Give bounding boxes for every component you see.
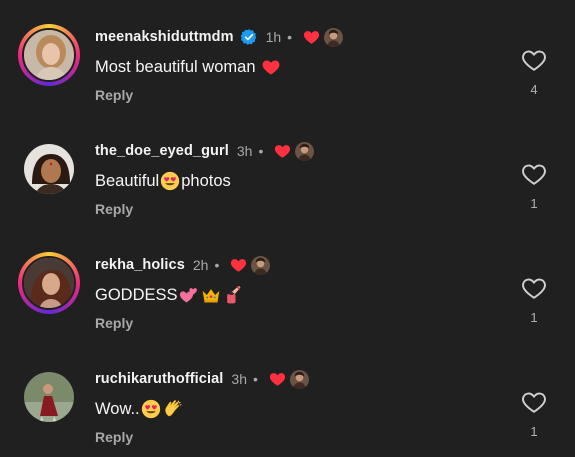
comment-text-part: Most beautiful woman bbox=[95, 57, 256, 76]
username[interactable]: ruchikaruthofficial bbox=[95, 371, 223, 387]
creator-liked-heart-icon bbox=[302, 28, 321, 46]
clapping-hands-icon bbox=[163, 399, 183, 419]
separator-dot: • bbox=[214, 257, 220, 273]
avatar[interactable] bbox=[22, 370, 76, 424]
avatar[interactable] bbox=[22, 256, 76, 310]
creator-liked-heart-icon bbox=[268, 370, 287, 388]
avatar-frame[interactable] bbox=[18, 366, 80, 428]
heart-eyes-icon bbox=[141, 399, 161, 419]
comment-item: rekha_holics 2h • GODDESS Reply 1 bbox=[0, 228, 575, 342]
verified-badge-icon bbox=[240, 28, 258, 46]
comment-item: meenakshiduttmdm 1h • Most beautiful wom… bbox=[0, 0, 575, 114]
creator-avatar bbox=[295, 142, 314, 161]
creator-liked-heart-icon bbox=[273, 142, 292, 160]
like-count[interactable]: 4 bbox=[520, 82, 548, 97]
reply-button[interactable]: Reply bbox=[95, 315, 133, 331]
creator-avatar bbox=[324, 28, 343, 47]
like-count[interactable]: 1 bbox=[520, 310, 548, 325]
avatar-frame[interactable] bbox=[18, 138, 80, 200]
comment-item: the_doe_eyed_gurl 3h • Beautiful photos … bbox=[0, 114, 575, 228]
comment-text: GODDESS bbox=[95, 285, 244, 305]
separator-dot: • bbox=[252, 371, 258, 387]
timestamp: 3h bbox=[236, 143, 253, 159]
like-heart-icon[interactable] bbox=[520, 161, 548, 187]
username[interactable]: the_doe_eyed_gurl bbox=[95, 143, 229, 159]
heart-eyes-icon bbox=[160, 171, 180, 191]
comment-text-part: Wow.. bbox=[95, 399, 140, 418]
reply-button[interactable]: Reply bbox=[95, 87, 133, 103]
nail-polish-icon bbox=[223, 285, 243, 305]
creator-liked-heart-icon bbox=[229, 256, 248, 274]
red-heart-icon bbox=[261, 57, 281, 77]
comment-text-part: Beautiful bbox=[95, 171, 160, 190]
creator-avatar bbox=[251, 256, 270, 275]
story-ring[interactable] bbox=[18, 252, 80, 314]
avatar[interactable] bbox=[22, 28, 76, 82]
like-count[interactable]: 1 bbox=[520, 424, 548, 439]
separator-dot: • bbox=[258, 143, 264, 159]
like-heart-icon[interactable] bbox=[520, 47, 548, 73]
timestamp: 2h bbox=[192, 257, 209, 273]
like-heart-icon[interactable] bbox=[520, 389, 548, 415]
timestamp: 3h bbox=[231, 371, 247, 387]
username[interactable]: rekha_holics bbox=[95, 257, 185, 273]
comment-text: Most beautiful woman bbox=[95, 57, 282, 77]
crown-icon bbox=[201, 285, 221, 305]
separator-dot: • bbox=[287, 29, 293, 45]
comment-item: ruchikaruthofficial 3h • Wow.. Reply 1 bbox=[0, 342, 575, 456]
reply-button[interactable]: Reply bbox=[95, 429, 133, 445]
like-heart-icon[interactable] bbox=[520, 275, 548, 301]
like-count[interactable]: 1 bbox=[520, 196, 548, 211]
avatar[interactable] bbox=[22, 142, 76, 196]
comment-text-part: photos bbox=[181, 171, 231, 190]
two-hearts-icon bbox=[179, 285, 199, 305]
creator-avatar bbox=[290, 370, 309, 389]
story-ring[interactable] bbox=[18, 24, 80, 86]
timestamp: 1h bbox=[265, 29, 282, 45]
comment-text: Beautiful photos bbox=[95, 171, 231, 191]
username[interactable]: meenakshiduttmdm bbox=[95, 29, 234, 45]
reply-button[interactable]: Reply bbox=[95, 201, 133, 217]
comment-text: Wow.. bbox=[95, 399, 184, 419]
comment-text-part: GODDESS bbox=[95, 285, 178, 304]
